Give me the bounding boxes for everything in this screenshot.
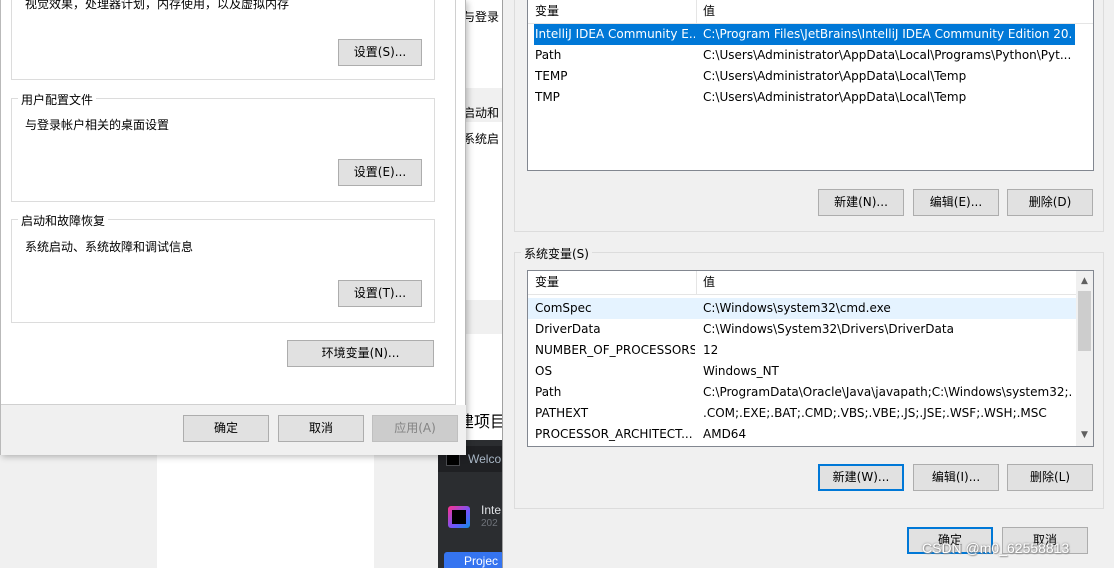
background-panel (157, 455, 374, 568)
system-variables-header: 变量 值 (528, 271, 1078, 295)
variable-name: TMP (535, 90, 560, 104)
user-variable-row[interactable]: IntelliJ IDEA Community E... C:\Program … (534, 24, 1075, 45)
system-new-button[interactable]: 新建(W)... (818, 464, 904, 491)
apply-button[interactable]: 应用(A) (372, 415, 458, 442)
advanced-tab-panel: 视觉效果，处理器计划，内存使用，以及虚拟内存 设置(S)... 用户配置文件 与… (1, 0, 456, 405)
user-variable-row[interactable]: TMP C:\Users\Administrator\AppData\Local… (528, 87, 1093, 108)
background-text: 系统启 (463, 132, 500, 146)
ide-item-version: 202 (481, 518, 498, 529)
scroll-down-arrow-icon[interactable]: ▼ (1076, 427, 1093, 444)
background-text: 启动和 (463, 106, 500, 120)
startup-recovery-group: 启动和故障恢复 系统启动、系统故障和调试信息 设置(T)... (11, 212, 435, 323)
intellij-icon (448, 506, 470, 528)
variable-name: IntelliJ IDEA Community E... (535, 27, 695, 41)
variable-name: TEMP (535, 69, 568, 83)
startup-recovery-desc: 系统启动、系统故障和调试信息 (25, 240, 194, 254)
column-header-variable[interactable]: 变量 (528, 271, 696, 295)
dialog-footer: 确定 取消 应用(A) (1, 405, 466, 455)
background-text: 与登录 (463, 10, 500, 24)
system-variable-row[interactable]: NUMBER_OF_PROCESSORS 12 (528, 340, 1078, 361)
column-header-value[interactable]: 值 (696, 0, 715, 24)
variable-value: AMD64 (703, 427, 747, 441)
system-variables-list[interactable]: 变量 值 ComSpec C:\Windows\system32\cmd.exe… (527, 270, 1094, 447)
system-variable-row[interactable]: PATHEXT .COM;.EXE;.BAT;.CMD;.VBS;.VBE;.J… (528, 403, 1078, 424)
variable-value: 12 (703, 343, 719, 357)
user-variables-list[interactable]: 变量 值 IntelliJ IDEA Community E... C:\Pro… (527, 0, 1094, 171)
startup-recovery-settings-button[interactable]: 设置(T)... (338, 280, 422, 307)
scroll-up-arrow-icon[interactable]: ▲ (1076, 273, 1093, 290)
user-variables-header: 变量 值 (528, 0, 1093, 24)
system-variables-scrollbar[interactable]: ▲ ▼ (1076, 271, 1093, 446)
user-profile-title: 用户配置文件 (18, 91, 97, 108)
user-profile-desc: 与登录帐户相关的桌面设置 (25, 118, 170, 132)
user-profile-group: 用户配置文件 与登录帐户相关的桌面设置 设置(E)... (11, 91, 435, 202)
variable-value: C:\Program Files\JetBrains\IntelliJ IDEA… (703, 27, 1071, 41)
variable-value: C:\ProgramData\Oracle\Java\javapath;C:\W… (703, 385, 1071, 399)
variable-name: Path (535, 385, 562, 399)
variable-name: Path (535, 48, 562, 62)
column-header-variable[interactable]: 变量 (528, 0, 696, 24)
system-edit-button[interactable]: 编辑(I)... (913, 464, 999, 491)
system-variable-row[interactable]: Path C:\ProgramData\Oracle\Java\javapath… (528, 382, 1078, 403)
user-delete-button[interactable]: 删除(D) (1007, 189, 1093, 216)
user-variable-row[interactable]: Path C:\Users\Administrator\AppData\Loca… (528, 45, 1093, 66)
ide-item-label: Inte (481, 503, 502, 517)
ide-projects-tab[interactable]: Projec (444, 552, 504, 568)
user-new-button[interactable]: 新建(N)... (818, 189, 904, 216)
user-variable-row[interactable]: TEMP C:\Users\Administrator\AppData\Loca… (528, 66, 1093, 87)
variable-name: NUMBER_OF_PROCESSORS (535, 343, 695, 357)
variable-name: ComSpec (535, 301, 592, 315)
system-variables-title: 系统变量(S) (521, 245, 592, 262)
user-edit-button[interactable]: 编辑(E)... (913, 189, 999, 216)
performance-desc: 视觉效果，处理器计划，内存使用，以及虚拟内存 (25, 0, 290, 11)
variable-name: DriverData (535, 322, 601, 336)
environment-variables-button[interactable]: 环境变量(N)... (287, 340, 434, 367)
variable-name: OS (535, 364, 553, 378)
performance-group: 视觉效果，处理器计划，内存使用，以及虚拟内存 设置(S)... (11, 0, 435, 80)
variable-name: PROCESSOR_ARCHITECT... (535, 427, 693, 441)
ok-button[interactable]: 确定 (183, 415, 269, 442)
system-variable-row[interactable]: ComSpec C:\Windows\system32\cmd.exe (528, 298, 1078, 319)
ide-welcome-label: Welco (468, 452, 502, 466)
startup-recovery-title: 启动和故障恢复 (18, 212, 109, 229)
system-properties-dialog: 视觉效果，处理器计划，内存使用，以及虚拟内存 设置(S)... 用户配置文件 与… (0, 0, 466, 455)
variable-value: C:\Windows\system32\cmd.exe (703, 301, 891, 315)
variable-value: C:\Users\Administrator\AppData\Local\Tem… (703, 69, 967, 83)
environment-variables-dialog: 变量 值 IntelliJ IDEA Community E... C:\Pro… (502, 0, 1114, 568)
system-variable-row[interactable]: OS Windows_NT (528, 361, 1078, 382)
ide-welcome-panel: Welco Inte 202 Projec (438, 440, 508, 568)
ide-projects-label: Projec (464, 554, 499, 568)
performance-settings-button[interactable]: 设置(S)... (338, 39, 422, 66)
variable-value: C:\Users\Administrator\AppData\Local\Pro… (703, 48, 1072, 62)
variable-value: Windows_NT (703, 364, 779, 378)
user-profile-settings-button[interactable]: 设置(E)... (338, 159, 422, 186)
cancel-button[interactable]: 取消 (278, 415, 364, 442)
scrollbar-thumb[interactable] (1078, 291, 1091, 351)
variable-value: C:\Users\Administrator\AppData\Local\Tem… (703, 90, 967, 104)
system-variable-row[interactable]: DriverData C:\Windows\System32\Drivers\D… (528, 319, 1078, 340)
system-delete-button[interactable]: 删除(L) (1007, 464, 1093, 491)
variable-value: .COM;.EXE;.BAT;.CMD;.VBS;.VBE;.JS;.JSE;.… (703, 406, 1047, 420)
variable-value: C:\Windows\System32\Drivers\DriverData (703, 322, 954, 336)
system-variable-row[interactable]: PROCESSOR_ARCHITECT... AMD64 (528, 424, 1078, 445)
variable-name: PATHEXT (535, 406, 589, 420)
watermark: CSDN @m0_62558813 (922, 540, 1070, 556)
column-header-value[interactable]: 值 (696, 271, 715, 295)
